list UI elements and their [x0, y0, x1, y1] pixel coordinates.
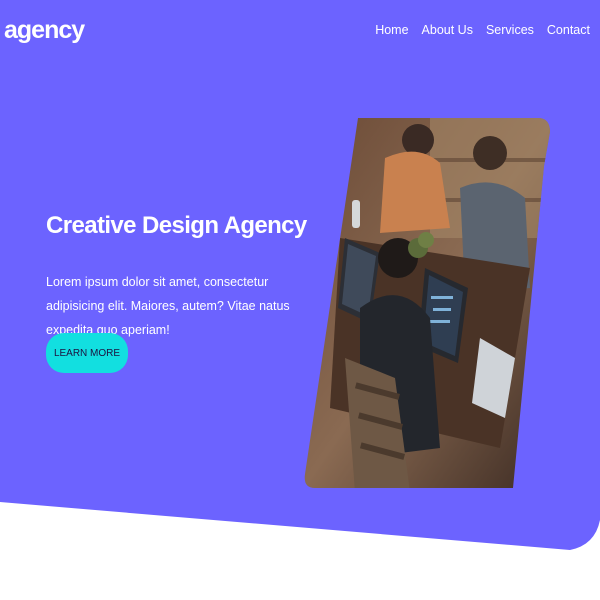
logo[interactable]: agency	[4, 16, 85, 45]
hero-title: Creative Design Agency	[46, 212, 307, 239]
nav-link-home[interactable]: Home	[375, 23, 408, 37]
nav-link-contact[interactable]: Contact	[547, 23, 590, 37]
learn-more-button[interactable]: LEARN MORE	[46, 333, 128, 373]
nav-link-about[interactable]: About Us	[422, 23, 473, 37]
nav-link-services[interactable]: Services	[486, 23, 534, 37]
nav-menu: Home About Us Services Contact	[375, 23, 590, 37]
navbar: agency Home About Us Services Contact	[0, 0, 600, 62]
hero-team-photo	[304, 118, 551, 488]
hero-description: Lorem ipsum dolor sit amet, consectetur …	[46, 275, 290, 337]
